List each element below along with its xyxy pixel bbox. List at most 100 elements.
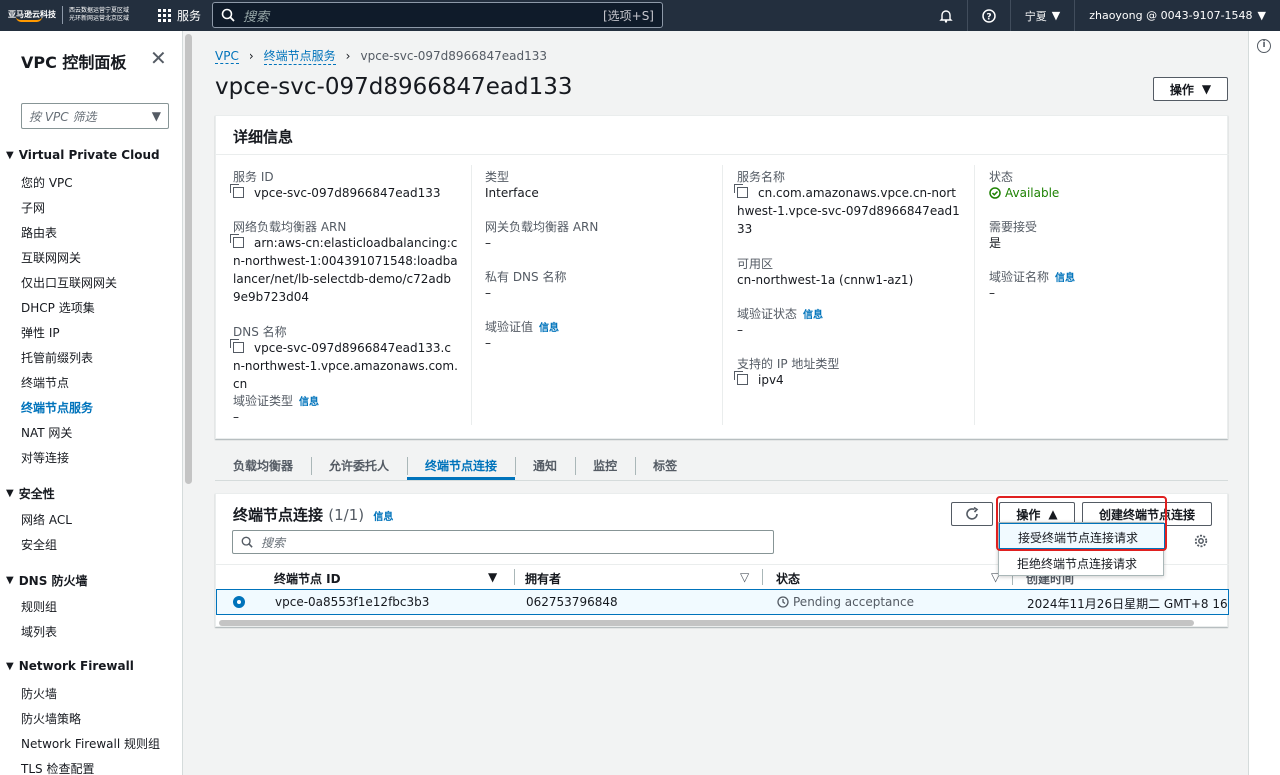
region-label: 宁夏	[1024, 9, 1047, 23]
info-link[interactable]: 信息	[1055, 273, 1075, 284]
sidebar-item[interactable]: 防火墙	[21, 685, 57, 702]
sidebar-item[interactable]: 仅出口互联网网关	[21, 274, 117, 291]
copy-icon[interactable]	[734, 371, 748, 385]
caret-down-icon: ▼	[1201, 82, 1212, 96]
row-radio[interactable]	[233, 596, 245, 608]
help-icon: ?	[981, 8, 996, 23]
close-icon[interactable]: ✕	[150, 46, 167, 70]
refresh-icon	[966, 507, 979, 520]
domain-verify-status-value: –	[737, 323, 743, 337]
global-search-input[interactable]: 搜索 [选项+S]	[212, 2, 663, 28]
column-header-owner[interactable]: 拥有者	[525, 570, 561, 587]
brand-logo[interactable]: 亚马逊云科技 西云数据运营宁夏区域 光环新网运营北京区域	[8, 6, 129, 24]
info-link[interactable]: 信息	[803, 310, 823, 321]
private-dns-value: –	[485, 286, 491, 300]
tab[interactable]: 通知	[515, 451, 575, 480]
vpc-filter-select[interactable]: 按 VPC 筛选 ▼	[21, 103, 169, 129]
sidebar-title: VPC 控制面板	[21, 53, 127, 72]
refresh-button[interactable]	[951, 502, 993, 526]
sidebar-item[interactable]: TLS 检查配置	[21, 760, 94, 775]
sidebar-item[interactable]: 对等连接	[21, 449, 69, 466]
service-name-text: cn.com.amazonaws.vpce.cn-northwest-1.vpc…	[737, 186, 960, 236]
sidebar-item[interactable]: 域列表	[21, 623, 57, 640]
service-id-value: vpce-svc-097d8966847ead133	[230, 184, 441, 202]
sidebar-section[interactable]: ▼ 安全性	[6, 485, 55, 502]
settings-gear-icon[interactable]	[1194, 534, 1208, 551]
tab[interactable]: 负载均衡器	[215, 451, 311, 480]
column-header-state[interactable]: 状态	[776, 570, 800, 587]
domain-verify-status-label-text: 域验证状态	[737, 307, 798, 321]
info-link[interactable]: 信息	[373, 512, 393, 523]
info-icon[interactable]: i	[1257, 39, 1271, 53]
sidebar-item[interactable]: 您的 VPC	[21, 174, 73, 191]
copy-icon[interactable]	[230, 184, 244, 198]
sidebar-item[interactable]: 托管前缀列表	[21, 349, 93, 366]
tab[interactable]: 监控	[575, 451, 635, 480]
caret-down-icon: ▼	[6, 149, 14, 161]
sidebar-item[interactable]: 终端节点	[21, 374, 69, 391]
state-cell: Pending acceptance	[777, 595, 914, 609]
sidebar-item[interactable]: Network Firewall 规则组	[21, 735, 160, 752]
services-label: 服务	[177, 9, 202, 23]
copy-icon[interactable]	[734, 184, 748, 198]
sidebar-section[interactable]: ▼ Virtual Private Cloud	[6, 148, 160, 162]
sidebar-item[interactable]: 终端节点服务	[21, 399, 93, 416]
breadcrumb-current: vpce-svc-097d8966847ead133	[360, 49, 548, 63]
service-id-label: 服务 ID	[233, 170, 274, 184]
region-selector[interactable]: 宁夏 ▼	[1009, 0, 1074, 31]
sidebar-item[interactable]: 网络 ACL	[21, 511, 72, 528]
sidebar-item[interactable]: 安全组	[21, 536, 57, 553]
actions-button[interactable]: 操作 ▼	[1153, 77, 1228, 101]
menu-item-accept[interactable]: 接受终端节点连接请求	[999, 523, 1165, 549]
sidebar-section-label: Virtual Private Cloud	[18, 148, 160, 162]
tab[interactable]: 允许委托人	[311, 451, 407, 480]
domain-verify-type-label-text: 域验证类型	[233, 394, 294, 408]
sort-icon[interactable]: ▽	[740, 570, 749, 584]
sidebar-item[interactable]: 子网	[21, 199, 45, 216]
tab-bar: 负载均衡器 允许委托人 终端节点连接 通知 监控 标签	[215, 451, 1228, 481]
state-value: Available	[989, 184, 1059, 202]
notifications-button[interactable]	[925, 0, 967, 31]
services-menu[interactable]: 服务	[158, 0, 201, 31]
sidebar-scrollbar[interactable]	[185, 34, 192, 484]
sidebar-section[interactable]: ▼ DNS 防火墙	[6, 572, 88, 589]
help-button[interactable]: ?	[966, 0, 1010, 31]
menu-item-reject[interactable]: 拒绝终端节点连接请求	[999, 550, 1165, 576]
horizontal-scrollbar[interactable]	[219, 620, 1194, 626]
grid-icon	[158, 9, 171, 22]
nlb-arn-value: arn:aws-cn:elasticloadbalancing:cn-north…	[230, 234, 458, 306]
connection-actions-label: 操作	[1016, 507, 1041, 522]
copy-icon[interactable]	[230, 234, 244, 248]
sidebar-item[interactable]: 规则组	[21, 598, 57, 615]
info-link[interactable]: 信息	[299, 397, 319, 408]
info-link[interactable]: 信息	[539, 323, 559, 334]
caret-down-icon: ▼	[6, 575, 14, 586]
table-row[interactable]: vpce-0a8553f1e12fbc3b3 062753796848 Pend…	[216, 589, 1229, 615]
sidebar-section[interactable]: ▼ Network Firewall	[6, 659, 134, 673]
dns-name-value: vpce-svc-097d8966847ead133.cn-northwest-…	[230, 339, 458, 393]
nlb-arn-text: arn:aws-cn:elasticloadbalancing:cn-north…	[233, 236, 458, 304]
bell-icon	[939, 9, 953, 23]
breadcrumb-endpoint-services[interactable]: 终端节点服务	[263, 47, 336, 65]
column-header-endpoint-id[interactable]: 终端节点 ID	[274, 570, 341, 587]
tab[interactable]: 终端节点连接	[407, 451, 516, 480]
breadcrumb-vpc[interactable]: VPC	[215, 49, 239, 64]
connections-search-input[interactable]: 搜索	[232, 530, 774, 554]
sidebar-item[interactable]: NAT 网关	[21, 424, 72, 441]
domain-verify-type-label: 域验证类型 信息	[233, 392, 319, 409]
copy-icon[interactable]	[230, 339, 244, 353]
details-panel: 详细信息 服务 ID vpce-svc-097d8966847ead133 网络…	[215, 115, 1229, 439]
sort-desc-icon[interactable]: ▼	[488, 570, 497, 584]
endpoint-id-cell: vpce-0a8553f1e12fbc3b3	[275, 595, 430, 609]
sidebar-item[interactable]: 弹性 IP	[21, 324, 60, 341]
service-name-label: 服务名称	[737, 170, 786, 184]
search-icon	[241, 536, 253, 548]
sidebar-item[interactable]: 路由表	[21, 224, 57, 241]
tab[interactable]: 标签	[635, 451, 695, 480]
sidebar-item[interactable]: DHCP 选项集	[21, 299, 95, 316]
connection-actions-menu: 接受终端节点连接请求 拒绝终端节点连接请求	[998, 522, 1165, 576]
sidebar-item[interactable]: 互联网网关	[21, 249, 81, 266]
account-menu[interactable]: zhaoyong @ 0043-9107-1548 ▼	[1074, 0, 1280, 31]
az-label: 可用区	[737, 257, 774, 271]
sidebar-item[interactable]: 防火墙策略	[21, 710, 81, 727]
